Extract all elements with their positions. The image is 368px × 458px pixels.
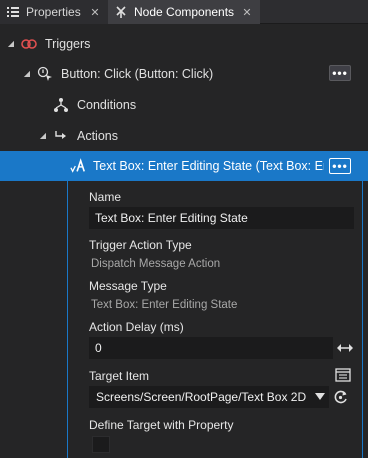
tree-item-conditions[interactable]: Conditions	[0, 89, 368, 120]
more-options-button[interactable]: •••	[329, 65, 351, 81]
tree-item-label: Triggers	[45, 36, 91, 51]
tree-item-label: Conditions	[77, 97, 137, 112]
click-icon	[37, 66, 53, 82]
close-icon[interactable]: ✕	[88, 6, 102, 19]
reset-icon[interactable]	[332, 388, 350, 406]
message-type-value: Text Box: Enter Editing State	[91, 299, 238, 311]
trigger-icon	[21, 36, 37, 52]
action-properties-panel: Name Text Box: Enter Editing State Trigg…	[67, 181, 363, 458]
name-label: Name	[89, 190, 122, 204]
close-icon[interactable]: ✕	[240, 6, 254, 19]
action-delay-field[interactable]: 0	[89, 337, 333, 359]
define-target-checkbox[interactable]	[92, 436, 110, 453]
more-options-button[interactable]: •••	[329, 158, 351, 174]
tree-item-label: Text Box: Enter Editing State (Text Box:…	[93, 159, 324, 173]
open-binding-icon[interactable]	[334, 366, 352, 384]
actions-icon	[53, 128, 69, 144]
tree-item-actions[interactable]: ◢ Actions	[0, 120, 368, 151]
expanded-arrow-icon[interactable]: ◢	[38, 131, 48, 141]
target-item-dropdown[interactable]: Screens/Screen/RootPage/Text Box 2D	[89, 386, 329, 408]
tab-bar: Properties ✕ Node Components ✕	[0, 0, 368, 24]
tree-item-label: Actions	[77, 128, 118, 143]
message-type-label: Message Type	[89, 279, 167, 293]
target-item-value: Screens/Screen/RootPage/Text Box 2D	[96, 390, 307, 404]
chevron-down-icon	[315, 393, 325, 400]
tree-item-selected-action[interactable]: Text Box: Enter Editing State (Text Box:…	[0, 151, 368, 181]
name-field[interactable]: Text Box: Enter Editing State	[89, 207, 354, 229]
tab-properties-label: Properties	[26, 5, 81, 19]
action-a-icon	[70, 158, 86, 174]
trigger-action-type-value: Dispatch Message Action	[91, 258, 221, 270]
define-target-label: Define Target with Property	[89, 418, 234, 432]
target-item-label: Target Item	[89, 369, 150, 383]
tab-node-components-label: Node Components	[134, 5, 235, 19]
trigger-action-type-label: Trigger Action Type	[89, 238, 192, 252]
expanded-arrow-icon[interactable]: ◢	[6, 39, 16, 49]
node-components-icon	[114, 5, 128, 19]
conditions-icon	[53, 97, 69, 113]
tree-item-triggers[interactable]: ◢ Triggers	[0, 28, 368, 59]
list-icon	[6, 5, 20, 19]
tab-node-components[interactable]: Node Components ✕	[108, 0, 260, 24]
tree-item-label: Button: Click (Button: Click)	[61, 66, 214, 81]
drag-adjust-icon[interactable]	[336, 339, 354, 357]
tab-properties[interactable]: Properties ✕	[0, 0, 108, 24]
action-delay-label: Action Delay (ms)	[89, 320, 184, 334]
expanded-arrow-icon[interactable]: ◢	[22, 69, 32, 79]
tree-item-button-click[interactable]: ◢ Button: Click (Button: Click) •••	[0, 58, 368, 89]
